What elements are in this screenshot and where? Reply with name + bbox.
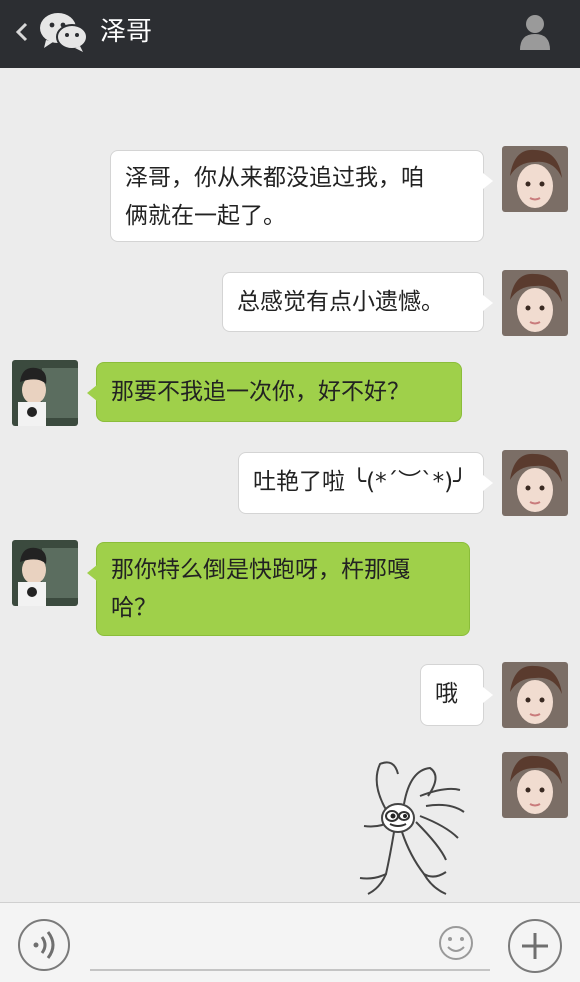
avatar[interactable] — [502, 450, 568, 516]
voice-icon[interactable] — [18, 919, 70, 971]
message-bubble[interactable]: 泽哥，你从来都没追过我，咱 俩就在一起了。 — [110, 150, 493, 242]
avatar[interactable] — [502, 752, 568, 818]
running-cartoon-sticker[interactable] — [350, 756, 470, 898]
message-bubble[interactable]: 总感觉有点小遗憾。 — [222, 272, 493, 332]
avatar[interactable] — [502, 662, 568, 728]
avatar[interactable] — [12, 540, 78, 606]
avatar[interactable] — [12, 360, 78, 426]
message-text: 哦 — [435, 681, 458, 707]
message-text: 那你特么倒是快跑呀，杵那嘎 — [111, 557, 410, 583]
message-bubble[interactable]: 吐艳了啦 ╰(*´︶`*)╯ — [238, 452, 493, 514]
chat-header: 泽哥 — [0, 0, 580, 68]
person-icon[interactable] — [518, 14, 552, 50]
chevron-left-icon[interactable] — [10, 16, 34, 48]
wechat-icon[interactable] — [38, 10, 90, 54]
message-bubble[interactable]: 哦 — [420, 664, 493, 726]
message-bubble[interactable]: 那要不我追一次你，好不好？ — [87, 362, 462, 422]
avatar[interactable] — [502, 270, 568, 336]
plus-icon[interactable] — [508, 919, 562, 973]
message-text: 俩就在一起了。 — [125, 203, 286, 229]
message-text: 总感觉有点小遗憾。 — [237, 289, 444, 315]
chat-input-bar — [0, 902, 580, 982]
avatar[interactable] — [502, 146, 568, 212]
message-input[interactable] — [90, 969, 490, 971]
message-text: 泽哥，你从来都没追过我，咱 — [125, 165, 424, 191]
message-bubble[interactable]: 那你特么倒是快跑呀，杵那嘎 哈？ — [87, 542, 470, 636]
message-text: 那要不我追一次你，好不好？ — [111, 379, 410, 405]
message-text: 哈？ — [111, 595, 157, 621]
smile-icon[interactable] — [438, 925, 474, 961]
page-title: 泽哥 — [100, 17, 153, 47]
message-text: 吐艳了啦 ╰(*´︶`*)╯ — [253, 469, 467, 495]
